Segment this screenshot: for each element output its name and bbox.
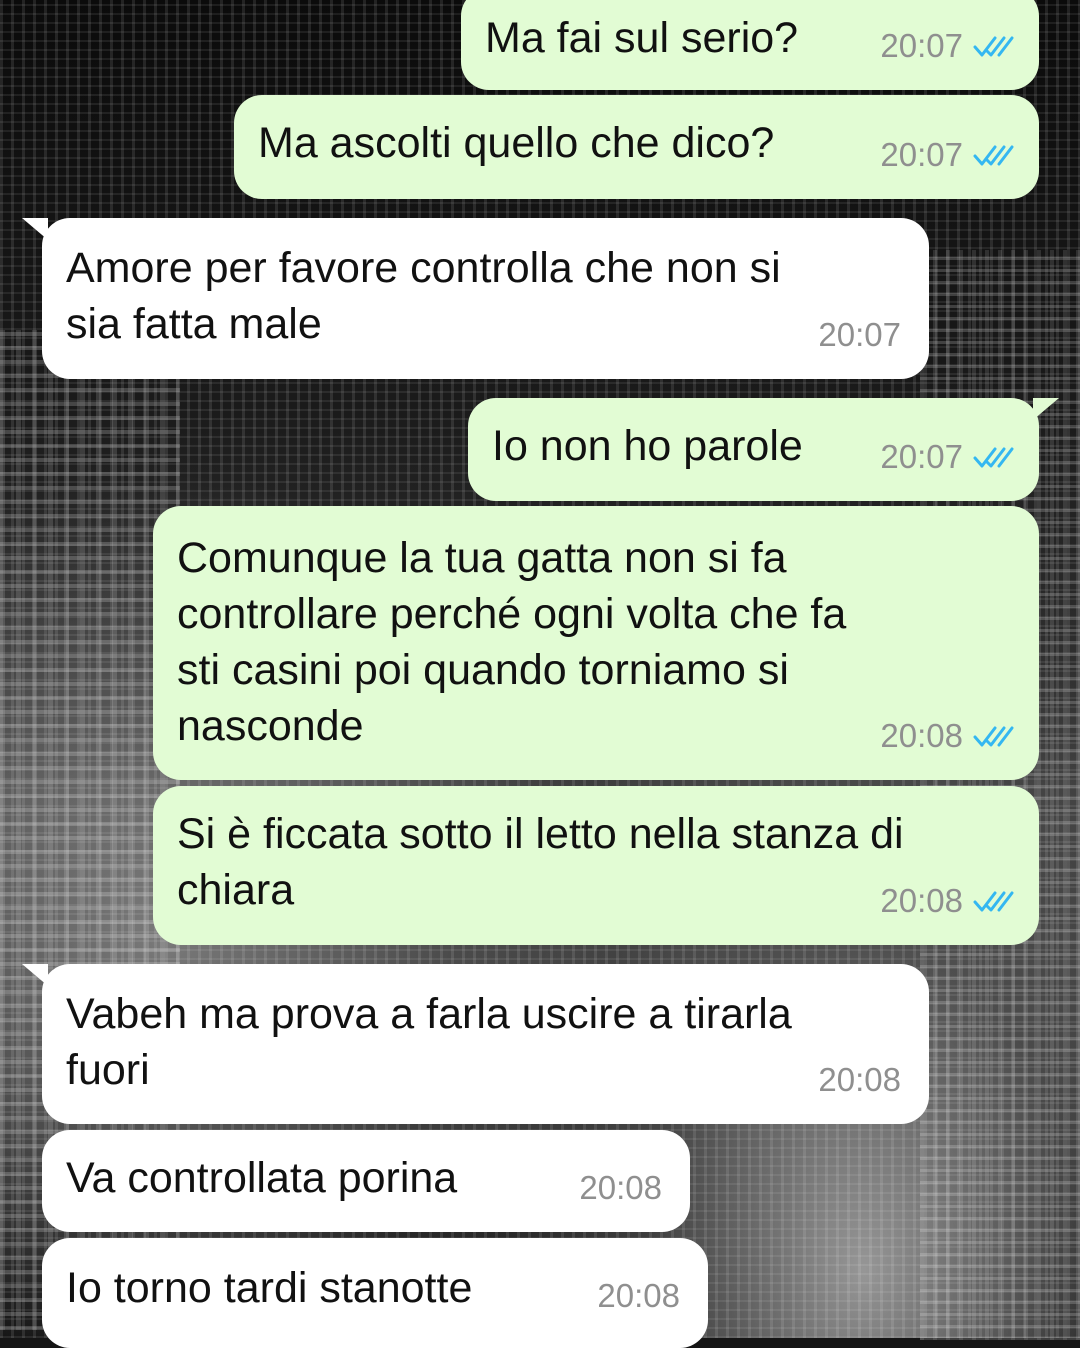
message-time: 20:08 <box>818 1061 901 1098</box>
double-check-icon <box>973 145 1014 166</box>
message-bubble-incoming[interactable]: Va controllata porina 20:08 <box>42 1130 690 1232</box>
message-time: 20:07 <box>880 136 963 173</box>
message-bubble-outgoing[interactable]: Ma ascolti quello che dico? 20:07 <box>234 95 1039 199</box>
message-meta: 20:08 <box>880 708 1017 764</box>
message-bubble-outgoing[interactable]: Comunque la tua gatta non si fa controll… <box>153 506 1039 780</box>
message-text: Va controllata porina <box>66 1154 458 1202</box>
message-bubble-outgoing[interactable]: Ma fai sul serio? 20:07 <box>461 0 1039 90</box>
message-meta: 20:08 <box>880 873 1017 929</box>
message-time: 20:07 <box>818 316 901 353</box>
message-text: Amore per favore controlla che non si si… <box>66 244 781 348</box>
message-time: 20:07 <box>880 27 963 64</box>
message-meta: 20:08 <box>818 1052 901 1108</box>
message-meta: 20:08 <box>597 1268 680 1324</box>
message-meta: 20:07 <box>880 429 1017 485</box>
message-meta: 20:07 <box>880 127 1017 183</box>
message-time: 20:08 <box>579 1169 662 1206</box>
message-text: Vabeh ma prova a farla uscire a tirarla … <box>66 990 792 1094</box>
double-check-icon <box>973 36 1014 57</box>
message-bubble-incoming[interactable]: Amore per favore controlla che non si si… <box>22 218 929 379</box>
message-meta: 20:07 <box>880 18 1017 74</box>
message-bubble-incoming[interactable]: Io torno tardi stanotte 20:08 <box>42 1238 708 1348</box>
message-bubble-incoming[interactable]: Vabeh ma prova a farla uscire a tirarla … <box>22 964 929 1124</box>
message-time: 20:08 <box>597 1277 680 1314</box>
message-text: Io torno tardi stanotte <box>66 1264 473 1312</box>
double-check-icon <box>973 726 1014 747</box>
double-check-icon <box>973 447 1014 468</box>
double-check-icon <box>973 891 1014 912</box>
message-meta: 20:08 <box>579 1160 662 1216</box>
message-time: 20:07 <box>880 438 963 475</box>
message-time: 20:08 <box>880 882 963 919</box>
message-bubble-outgoing[interactable]: Io non ho parole 20:07 <box>468 398 1059 501</box>
message-time: 20:08 <box>880 717 963 754</box>
message-bubble-outgoing[interactable]: Si è ficcata sotto il letto nella stanza… <box>153 786 1039 945</box>
message-meta: 20:07 <box>818 307 901 363</box>
